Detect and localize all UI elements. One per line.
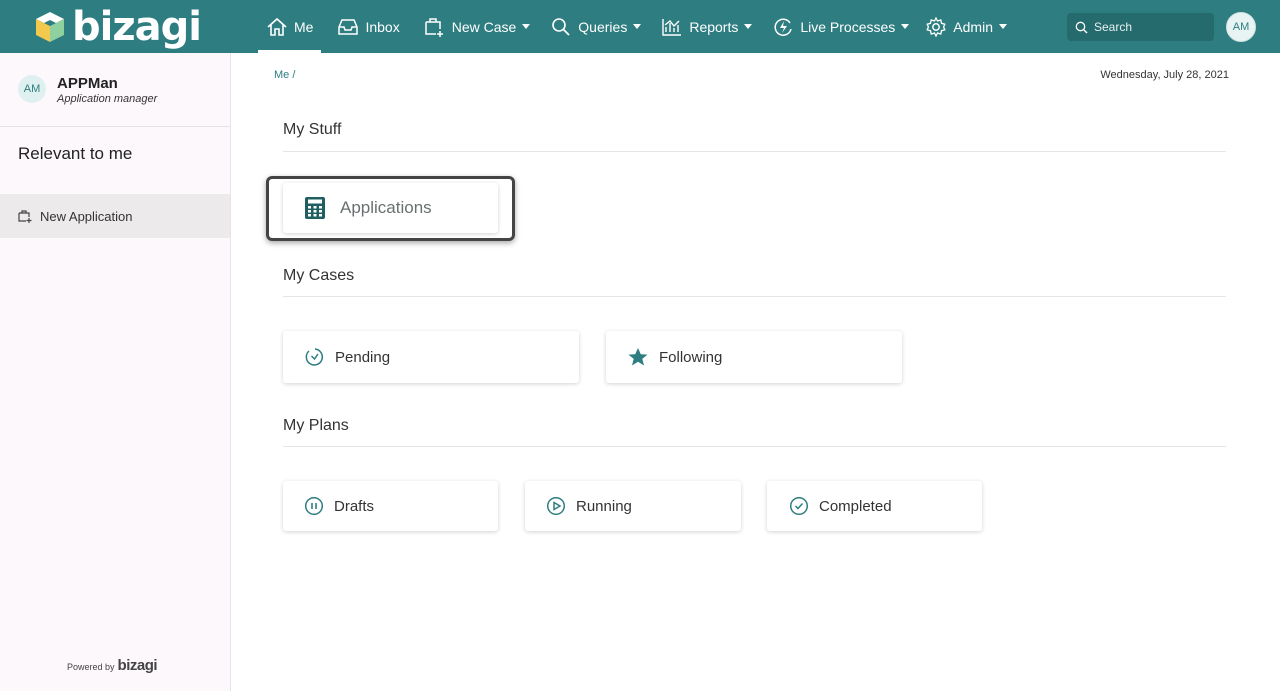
nav-me-label: Me [294,18,314,35]
applications-card[interactable]: Applications [283,183,498,233]
pending-card[interactable]: Pending [283,331,579,383]
pending-label: Pending [335,348,391,366]
top-navigation-bar: bizagi Me Inbox New Case Queries Reports [0,0,1280,53]
user-avatar[interactable]: AM [1226,12,1256,42]
bizagi-logo[interactable]: bizagi [34,4,202,50]
drafts-label: Drafts [334,497,375,515]
nav-me[interactable]: Me [258,0,322,53]
nav-reports-label: Reports [689,18,739,35]
divider [283,296,1226,297]
user-profile: AM APPMan Application manager [0,53,230,127]
completed-card[interactable]: Completed [767,481,982,531]
home-icon [267,17,287,36]
nav-new-case-label: New Case [451,18,517,35]
main-nav: Me Inbox New Case Queries Reports Live P… [258,0,1015,53]
nav-queries-label: Queries [578,18,628,35]
powered-by-label: Powered by [67,662,115,672]
nav-new-case[interactable]: New Case [416,0,539,53]
inbox-icon [338,18,359,35]
section-title-my-plans: My Plans [283,417,349,434]
breadcrumb[interactable]: Me / [274,69,295,81]
new-case-icon [18,210,32,223]
star-icon [628,348,648,366]
check-icon [789,496,809,516]
user-name: APPMan [57,75,118,92]
chevron-down-icon [744,24,753,29]
applications-label: Applications [340,198,432,217]
lightning-circle-icon [774,18,793,36]
search-icon [552,17,570,36]
gear-icon [926,16,946,37]
completed-label: Completed [819,497,892,515]
search-input[interactable] [1094,20,1204,34]
chevron-down-icon [633,24,642,29]
new-case-icon [424,17,443,37]
nav-reports[interactable]: Reports [653,0,760,53]
chevron-down-icon [522,24,531,29]
sidebar-item-label: New Application [40,208,133,224]
user-role: Application manager [57,93,158,105]
following-card[interactable]: Following [606,331,902,383]
section-title-my-cases: My Cases [283,267,355,284]
logo-text: bizagi [72,4,202,50]
relevant-heading: Relevant to me [18,144,133,163]
current-date: Wednesday, July 28, 2021 [1100,69,1229,81]
search-icon [1075,21,1088,33]
powered-by-brand: bizagi [117,657,158,674]
search-box[interactable] [1067,13,1214,41]
chevron-down-icon [998,24,1007,29]
play-icon [546,496,566,516]
running-label: Running [576,497,632,515]
calculator-icon [305,197,325,219]
running-card[interactable]: Running [525,481,741,531]
sidebar-item-new-application[interactable]: New Application [0,194,230,238]
divider [283,446,1226,447]
nav-queries[interactable]: Queries [542,0,649,53]
nav-admin-label: Admin [953,18,993,35]
avatar: AM [18,75,46,103]
chart-icon [662,18,682,36]
sidebar: AM APPMan Application manager Relevant t… [0,53,231,691]
divider [283,151,1226,152]
clock-icon [305,348,324,366]
chevron-down-icon [901,24,910,29]
cube-logo-icon [36,12,64,42]
powered-by: Powered by bizagi [67,657,158,674]
pause-icon [304,496,324,516]
nav-admin[interactable]: Admin [917,0,1015,53]
drafts-card[interactable]: Drafts [283,481,498,531]
nav-live-processes[interactable]: Live Processes [764,0,917,53]
section-title-my-stuff: My Stuff [283,121,342,138]
nav-live-processes-label: Live Processes [800,18,896,35]
following-label: Following [659,348,723,366]
nav-inbox-label: Inbox [365,18,400,35]
nav-inbox[interactable]: Inbox [329,0,407,53]
